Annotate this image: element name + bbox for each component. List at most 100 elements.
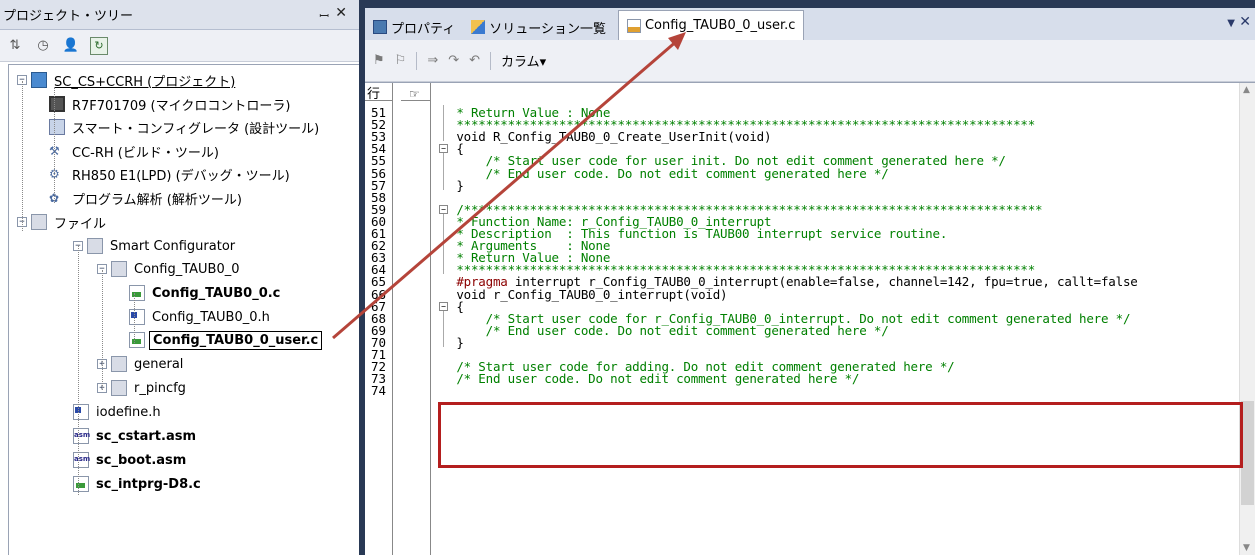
refresh-icon[interactable]: ↻ [90, 36, 108, 55]
fold-toggle-icon[interactable]: − [439, 204, 448, 214]
tab-config-user-c[interactable]: Config_TAUB0_0_user.c [617, 10, 805, 40]
toolbar-separator [490, 51, 492, 70]
code-line: } [449, 178, 464, 193]
close-tab-icon[interactable]: ✕ [1239, 14, 1251, 30]
fold-guide [443, 310, 444, 347]
folder-icon [111, 356, 127, 372]
bookmark-clear-icon[interactable]: ⚐ [395, 53, 407, 68]
code-token: /* End user code. Do not edit comment ge… [449, 371, 860, 387]
debug-tool-icon: ⚙ [49, 167, 60, 181]
tree-node[interactable]: Config_TAUB0_0 [111, 258, 243, 280]
scroll-thumb[interactable] [1241, 401, 1254, 505]
code-editor[interactable]: 行 51 52 53 54 55 56 57 58 59 60 61 62 63 64 65 66 67 68 69… [365, 82, 1255, 555]
tree-node-label: CC-RH (ビルド・ツール) [72, 145, 219, 161]
tree-node[interactable]: Config_TAUB0_0_user.c [129, 329, 323, 351]
scroll-down-icon[interactable]: ▼ [1243, 543, 1250, 553]
fold-guide [443, 213, 444, 275]
scroll-up-icon[interactable]: ▲ [1243, 85, 1250, 95]
c-file-icon [73, 476, 89, 492]
tab-bar: プロパティ ソリューション一覧 Config_TAUB0_0_user.c ▼ … [365, 0, 1255, 40]
line-number-gutter: 行 51 52 53 54 55 56 57 58 59 60 61 62 63 64 65 66 67 68 69… [365, 83, 393, 555]
sort-icon[interactable]: ⇅ [6, 37, 24, 55]
tree-node-label: R7F701709 (マイクロコントローラ) [72, 98, 291, 114]
clock-icon[interactable]: ◷ [34, 37, 52, 55]
tree-node[interactable]: ⚒ CC-RH (ビルド・ツール) [49, 140, 222, 162]
tab-dropdown-icon[interactable]: ▼ [1227, 18, 1235, 29]
tree-node[interactable]: general [111, 353, 186, 375]
close-icon[interactable]: ✕ [335, 5, 347, 21]
tree-node[interactable]: Smart Configurator [87, 235, 238, 257]
tree-node[interactable]: SC_CS+CCRH (プロジェクト) [31, 69, 238, 91]
h-file-icon [73, 404, 89, 420]
tree-node-label: r_pincfg [134, 380, 186, 396]
tree-node[interactable]: ファイル [31, 211, 109, 233]
tree-connector [134, 293, 135, 343]
tree-node-label: Config_TAUB0_0.h [152, 309, 270, 325]
editor-pane: プロパティ ソリューション一覧 Config_TAUB0_0_user.c ▼ … [365, 0, 1255, 555]
code-line: } [449, 335, 464, 350]
tree-node[interactable]: asm sc_boot.asm [73, 449, 189, 471]
folder-icon [111, 380, 127, 396]
tree-connector [78, 245, 79, 495]
line-number: 74 [371, 383, 387, 399]
undo-icon[interactable]: ↶ [469, 53, 480, 68]
marker-header: ☞ [401, 83, 430, 101]
code-token: /* End user code. Do not edit comment ge… [449, 165, 889, 181]
vertical-scrollbar[interactable]: ▲ ▼ [1239, 83, 1255, 555]
tree-node-label: iodefine.h [96, 404, 161, 420]
code-line: /* End user code. Do not edit comment ge… [449, 323, 889, 338]
tree-node-label: スマート・コンフィグレータ (設計ツール) [72, 121, 320, 137]
tree-node-label: sc_intprg-D8.c [96, 476, 201, 492]
tree-connector [22, 81, 23, 231]
property-icon [373, 20, 387, 34]
c-file-icon [626, 18, 641, 33]
tree-node[interactable]: asm sc_cstart.asm [73, 425, 199, 447]
folder-icon [87, 238, 103, 254]
tree-node[interactable]: Config_TAUB0_0.h [129, 306, 273, 328]
tab-label: プロパティ [391, 21, 456, 37]
folder-icon [31, 214, 47, 230]
toolbar-separator [416, 51, 418, 70]
project-icon [31, 72, 47, 88]
chip-icon [49, 96, 65, 112]
project-tree-pane: プロジェクト・ツリー ꟷ ✕ ⇅ ◷ 👤 ↻ SC_CS+CCRH (プロジェク… [0, 0, 362, 555]
project-tree-title-bar: プロジェクト・ツリー ꟷ ✕ [0, 0, 359, 30]
code-token: } [449, 334, 464, 350]
tree-node-label: ファイル [54, 216, 107, 232]
tab-properties[interactable]: プロパティ [365, 14, 463, 40]
person-icon[interactable]: 👤 [62, 37, 80, 55]
tree-node-label: sc_boot.asm [96, 452, 187, 468]
pin-icon[interactable]: ꟷ [319, 7, 329, 24]
asm-file-icon: asm [73, 428, 90, 444]
tab-solution-list[interactable]: ソリューション一覧 [463, 14, 614, 40]
tab-label: Config_TAUB0_0_user.c [644, 18, 796, 33]
fold-toggle-icon[interactable]: − [439, 144, 448, 154]
jump-icon[interactable]: ⇒ [427, 53, 438, 68]
tree-node[interactable]: r_pincfg [111, 377, 189, 399]
asm-file-icon: asm [73, 452, 90, 468]
tree-node[interactable]: スマート・コンフィグレータ (設計ツール) [49, 116, 322, 138]
fold-toggle-icon[interactable]: − [439, 301, 448, 311]
code-line: void R_Config_TAUB0_0_Create_UserInit(vo… [449, 129, 771, 144]
marker-column: ☞ [401, 83, 431, 555]
c-file-icon [129, 332, 145, 348]
tree-node-label: RH850 E1(LPD) (デバッグ・ツール) [72, 168, 290, 184]
tree-node[interactable]: R7F701709 (マイクロコントローラ) [49, 93, 293, 115]
code-token: void R_Config_TAUB0_0_Create_UserInit(vo… [449, 129, 772, 145]
tree-node[interactable]: ✿ プログラム解析 (解析ツール) [49, 187, 245, 209]
tree-node[interactable]: Config_TAUB0_0.c [129, 282, 283, 304]
tree-node[interactable]: sc_intprg-D8.c [73, 473, 204, 495]
tree-node-label: Config_TAUB0_0.c [152, 285, 281, 301]
code-token: /* End user code. Do not edit comment ge… [449, 322, 889, 338]
redo-icon[interactable]: ↷ [448, 53, 459, 68]
pane-title: プロジェクト・ツリー [3, 9, 134, 24]
fold-guide [443, 105, 444, 142]
tree-node-label: Smart Configurator [110, 238, 236, 254]
tree-node[interactable]: iodefine.h [73, 401, 164, 423]
code-line: /* End user code. Do not edit comment ge… [449, 371, 859, 386]
tree-node[interactable]: ⚙ RH850 E1(LPD) (デバッグ・ツール) [49, 163, 293, 185]
bookmark-icon[interactable]: ⚑ [373, 53, 385, 68]
tab-label: ソリューション一覧 [489, 21, 606, 37]
column-menu[interactable]: カラム▾ [501, 51, 546, 70]
tree-node-label: Config_TAUB0_0 [134, 261, 240, 277]
